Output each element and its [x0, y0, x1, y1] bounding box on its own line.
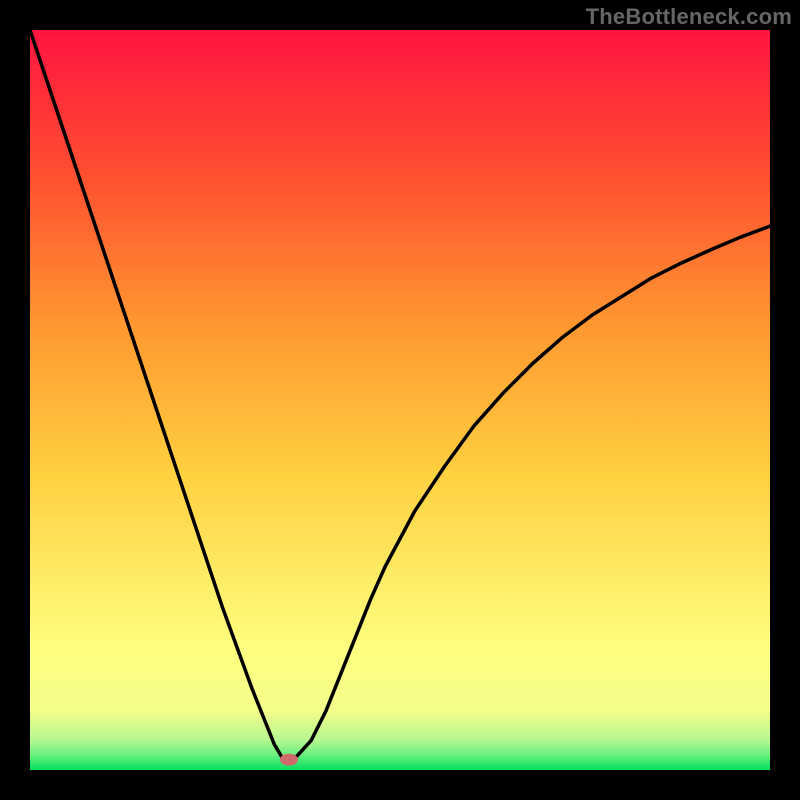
chart-frame: TheBottleneck.com — [0, 0, 800, 800]
chart-svg — [30, 30, 770, 770]
gradient-background — [30, 30, 770, 770]
optimum-marker — [280, 754, 298, 766]
plot-area — [30, 30, 770, 770]
watermark-text: TheBottleneck.com — [586, 4, 792, 30]
